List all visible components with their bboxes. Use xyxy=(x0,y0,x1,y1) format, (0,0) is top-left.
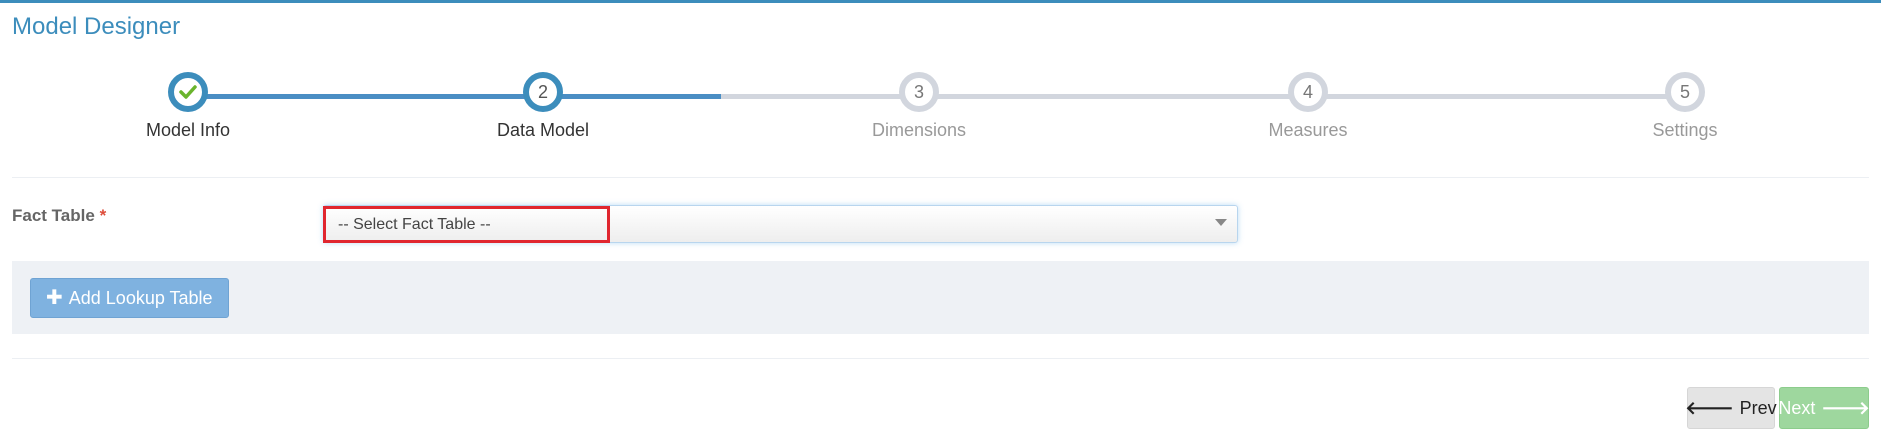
wizard-step-model-info[interactable]: Model Info xyxy=(108,72,268,141)
wizard-step-dimensions[interactable]: 3 Dimensions xyxy=(839,72,999,141)
arrow-right-icon: 🡒 xyxy=(1821,398,1870,418)
wizard-step-measures[interactable]: 4 Measures xyxy=(1228,72,1388,141)
chevron-down-icon xyxy=(1215,219,1227,226)
fact-table-label: Fact Table * xyxy=(12,206,106,226)
prev-label: Prev xyxy=(1739,397,1777,418)
add-lookup-table-label: Add Lookup Table xyxy=(68,287,213,308)
step-label: Settings xyxy=(1652,120,1718,140)
divider xyxy=(12,177,1869,178)
required-marker: * xyxy=(99,206,107,225)
step-circle: 2 xyxy=(523,72,563,112)
wizard-step-settings[interactable]: 5 Settings xyxy=(1605,72,1765,141)
step-label: Measures xyxy=(1268,120,1348,140)
step-label: Data Model xyxy=(496,120,590,140)
divider xyxy=(12,358,1869,359)
add-lookup-table-button[interactable]: ✚ Add Lookup Table xyxy=(30,278,229,318)
plus-icon: ✚ xyxy=(46,287,63,309)
step-label: Dimensions xyxy=(871,120,967,140)
step-label: Model Info xyxy=(145,120,231,140)
wizard-step-data-model[interactable]: 2 Data Model xyxy=(463,72,623,141)
step-circle xyxy=(168,72,208,112)
fact-table-label-text: Fact Table xyxy=(12,206,95,225)
step-circle: 4 xyxy=(1288,72,1328,112)
fact-table-select[interactable]: -- Select Fact Table -- xyxy=(323,205,1238,243)
arrow-left-icon: 🡐 xyxy=(1685,398,1734,418)
check-icon xyxy=(179,85,197,99)
wizard-steps: Model Info 2 Data Model 3 Dimensions 4 M… xyxy=(0,0,1881,170)
step-circle: 5 xyxy=(1665,72,1705,112)
lookup-tables-panel: ✚ Add Lookup Table xyxy=(12,261,1869,334)
next-label: Next xyxy=(1778,397,1816,418)
prev-button[interactable]: 🡐 Prev xyxy=(1685,387,1777,429)
fact-table-selected-value: -- Select Fact Table -- xyxy=(338,216,491,233)
next-button[interactable]: Next 🡒 xyxy=(1778,387,1870,429)
step-circle: 3 xyxy=(899,72,939,112)
